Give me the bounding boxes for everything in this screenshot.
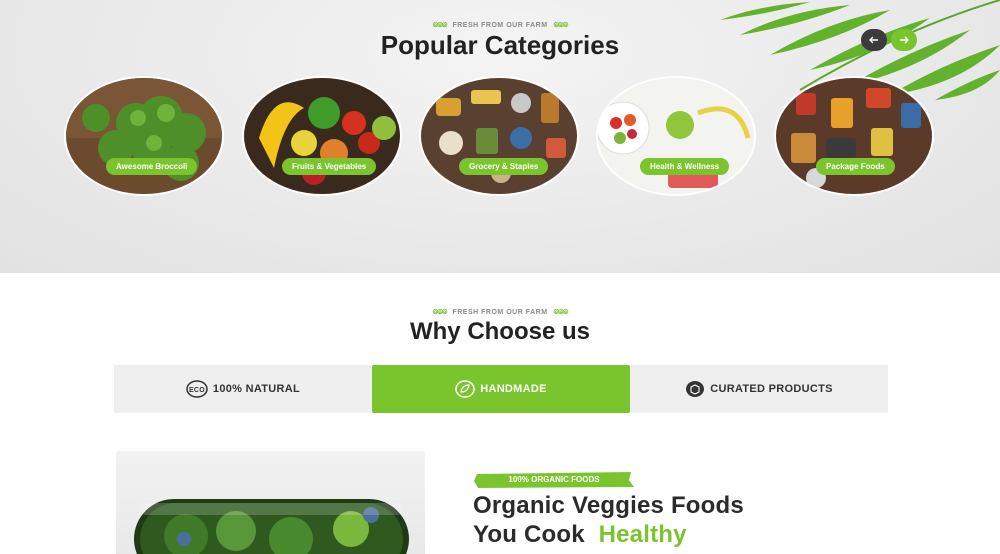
category-card-fruits-vegetables[interactable]: Fruits & Vegetables (242, 76, 402, 196)
svg-text:ECO: ECO (189, 387, 205, 394)
category-label: Fruits & Vegetables (282, 158, 377, 175)
categories-eyebrow: ⦾⦾⦾ FRESH FROM OUR FARM ⦾⦾⦾ (0, 22, 1000, 30)
category-card-broccoli[interactable]: Awesome Broccoli (64, 76, 224, 196)
why-eyebrow: ⦾⦾⦾ FRESH FROM OUR FARM ⦾⦾⦾ (0, 309, 1000, 317)
slider-next-button[interactable] (891, 29, 917, 51)
health-wellness-image (596, 76, 756, 196)
eyebrow-text: FRESH FROM OUR FARM (452, 309, 548, 316)
arrow-left-icon (869, 36, 878, 44)
category-card-grocery-staples[interactable]: Grocery & Staples (419, 76, 579, 196)
tab-handmade[interactable]: HANDMADE (372, 365, 630, 413)
category-label: Grocery & Staples (459, 158, 549, 175)
categories-title: Popular Categories (380, 30, 620, 60)
tab-label: 100% NATURAL (212, 383, 301, 395)
why-tabs: ECO 100% NATURAL HANDMADE CURATED PRODUC… (114, 365, 888, 413)
eyebrow-text: FRESH FROM OUR FARM (452, 22, 548, 29)
arrow-right-icon (900, 36, 909, 44)
eyebrow-deco-icon: ⦾⦾⦾ (432, 22, 448, 29)
tab-label: CURATED PRODUCTS (710, 383, 833, 395)
grocery-staples-image (419, 76, 579, 196)
eyebrow-deco-icon: ⦾⦾⦾ (553, 22, 569, 29)
eco-badge-icon: ECO (186, 380, 208, 398)
category-label: Package Foods (816, 158, 895, 175)
why-title: Why Choose us (409, 318, 590, 345)
feature-headline-line2: You Cook Healthy (473, 521, 687, 549)
category-label: Awesome Broccoli (106, 158, 198, 175)
package-foods-image (774, 76, 934, 196)
handmade-leaf-icon (455, 380, 475, 398)
tab-100-natural[interactable]: ECO 100% NATURAL (114, 365, 372, 413)
broccoli-image (64, 76, 224, 196)
tab-label: HANDMADE (480, 383, 547, 395)
category-card-health-wellness[interactable]: Health & Wellness (596, 76, 756, 196)
slider-prev-button[interactable] (861, 29, 887, 51)
headline-accent: Healthy (598, 521, 687, 548)
eyebrow-deco-icon: ⦾⦾⦾ (553, 309, 569, 316)
feature-headline-line1: Organic Veggies Foods (473, 492, 744, 519)
badge-text: 100% ORGANIC FOODS (508, 475, 600, 484)
headline-plain: You Cook (473, 521, 585, 548)
category-label: Health & Wellness (640, 158, 730, 175)
tab-curated-products[interactable]: CURATED PRODUCTS (630, 365, 888, 413)
organic-foods-badge: 100% ORGANIC FOODS (474, 472, 634, 488)
category-card-package-foods[interactable]: Package Foods (774, 76, 934, 196)
popular-categories-section: ⦾⦾⦾ FRESH FROM OUR FARM ⦾⦾⦾ Popular Catego… (0, 0, 1000, 273)
eyebrow-deco-icon: ⦾⦾⦾ (432, 309, 448, 316)
fruits-vegetables-image (242, 76, 402, 196)
organic-capsule-image (116, 451, 425, 554)
box-icon (685, 380, 705, 398)
